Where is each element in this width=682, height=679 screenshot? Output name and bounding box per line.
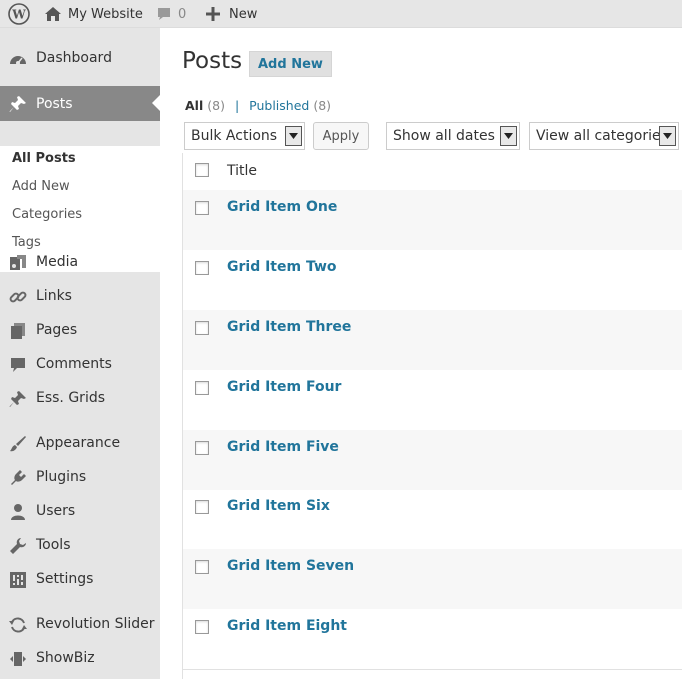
column-title-header[interactable]: Title — [227, 163, 257, 179]
plus-icon — [206, 7, 220, 21]
table-row: Grid Item Six — [183, 490, 682, 550]
post-title-link[interactable]: Grid Item Seven — [227, 558, 354, 574]
new-label: New — [229, 6, 258, 22]
refresh-icon — [9, 616, 27, 634]
menu-item-ess-grids[interactable]: Ess. Grids — [0, 381, 160, 415]
new-content-link[interactable]: New — [206, 0, 257, 28]
menu-item-dashboard[interactable]: Dashboard — [0, 41, 160, 75]
select-all-checkbox[interactable] — [195, 163, 209, 177]
admin-bar: W My Website 0 New — [0, 0, 682, 28]
dashboard-icon — [9, 50, 27, 68]
paintbrush-icon — [9, 435, 27, 453]
row-checkbox[interactable] — [195, 381, 209, 395]
wrench-icon — [9, 537, 27, 555]
table-divider — [183, 669, 682, 670]
posts-table: Title Grid Item One Grid Item Two Grid I… — [182, 153, 682, 679]
post-title-link[interactable]: Grid Item One — [227, 199, 337, 215]
post-title-link[interactable]: Grid Item Five — [227, 439, 339, 455]
menu-item-comments[interactable]: Comments — [0, 347, 160, 381]
menu-item-settings[interactable]: Settings — [0, 562, 160, 596]
table-row: Grid Item Three — [183, 310, 682, 370]
post-title-link[interactable]: Grid Item Two — [227, 259, 337, 275]
bulk-actions-select[interactable]: Bulk Actions — [184, 122, 305, 150]
menu-item-appearance[interactable]: Appearance — [0, 426, 160, 460]
menu-item-posts[interactable]: Posts — [0, 86, 160, 121]
row-checkbox[interactable] — [195, 441, 209, 455]
table-row: Grid Item Eight — [183, 609, 682, 669]
post-title-link[interactable]: Grid Item Four — [227, 379, 341, 395]
showbiz-icon — [9, 650, 27, 668]
table-row: Grid Item Four — [183, 370, 682, 430]
chevron-down-icon — [500, 126, 517, 146]
wordpress-logo-icon[interactable]: W — [8, 0, 30, 28]
submenu-all-posts[interactable]: All Posts — [12, 151, 76, 166]
post-status-filters: All (8) | Published (8) — [185, 98, 331, 113]
link-icon — [9, 288, 27, 306]
menu-item-pages[interactable]: Pages — [0, 313, 160, 347]
media-icon — [9, 254, 27, 272]
filter-published[interactable]: Published — [249, 98, 309, 113]
post-title-link[interactable]: Grid Item Eight — [227, 618, 347, 634]
post-title-link[interactable]: Grid Item Six — [227, 498, 330, 514]
post-title-link[interactable]: Grid Item Three — [227, 319, 351, 335]
table-row: Grid Item Five — [183, 430, 682, 490]
sliders-icon — [9, 571, 27, 589]
comment-icon — [9, 356, 27, 374]
menu-item-links[interactable]: Links — [0, 279, 160, 313]
add-new-post-button[interactable]: Add New — [249, 51, 332, 77]
filter-separator: | — [234, 98, 240, 113]
menu-item-showbiz[interactable]: ShowBiz — [0, 641, 160, 675]
menu-item-tools[interactable]: Tools — [0, 528, 160, 562]
page-title: Posts — [182, 48, 243, 74]
menu-item-revolution-slider[interactable]: Revolution Slider — [0, 607, 160, 641]
main-content: Posts Add New All (8) | Published (8) Bu… — [160, 28, 682, 679]
apply-button[interactable]: Apply — [313, 122, 369, 150]
row-checkbox[interactable] — [195, 560, 209, 574]
user-icon — [9, 503, 27, 521]
filter-all-count: (8) — [207, 98, 225, 113]
submenu-categories[interactable]: Categories — [12, 207, 82, 222]
table-row: Grid Item One — [183, 190, 682, 250]
row-checkbox[interactable] — [195, 620, 209, 634]
comments-link[interactable]: 0 — [156, 0, 186, 28]
categories-select[interactable]: View all categories — [529, 122, 679, 150]
submenu-add-new[interactable]: Add New — [12, 179, 70, 194]
active-menu-arrow — [152, 95, 160, 111]
table-row: Grid Item Seven — [183, 549, 682, 609]
table-header: Title — [183, 153, 682, 191]
row-checkbox[interactable] — [195, 500, 209, 514]
menu-item-plugins[interactable]: Plugins — [0, 460, 160, 494]
table-row: Grid Item Two — [183, 250, 682, 310]
comments-count: 0 — [178, 6, 187, 22]
row-checkbox[interactable] — [195, 321, 209, 335]
site-name: My Website — [68, 6, 143, 22]
row-checkbox[interactable] — [195, 261, 209, 275]
pages-icon — [9, 322, 27, 340]
row-checkbox[interactable] — [195, 201, 209, 215]
categories-value: View all categories — [536, 128, 668, 144]
menu-item-users[interactable]: Users — [0, 494, 160, 528]
site-name-link[interactable]: My Website — [44, 0, 143, 28]
plug-icon — [9, 469, 27, 487]
chevron-down-icon — [285, 126, 302, 146]
home-icon — [44, 6, 62, 22]
comment-bubble-icon — [156, 6, 172, 22]
pushpin-icon — [9, 390, 27, 408]
menu-item-media[interactable]: Media — [0, 245, 160, 279]
chevron-down-icon — [659, 126, 676, 146]
filter-published-count: (8) — [313, 98, 332, 113]
dates-value: Show all dates — [393, 128, 495, 144]
dates-select[interactable]: Show all dates — [386, 122, 520, 150]
pushpin-icon — [9, 95, 27, 113]
svg-text:W: W — [11, 8, 26, 22]
filter-all[interactable]: All — [185, 98, 203, 113]
admin-menu: Dashboard Posts All Posts Add New Catego… — [0, 28, 160, 679]
bulk-actions-value: Bulk Actions — [191, 128, 278, 144]
